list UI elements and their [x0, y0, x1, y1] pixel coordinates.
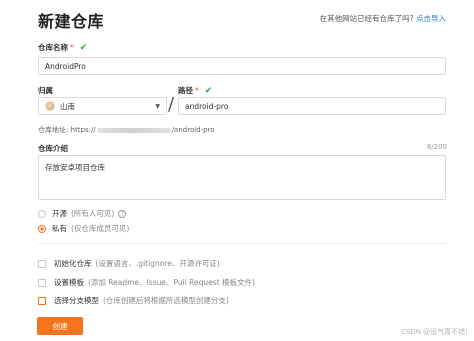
path-label-text: 路径 — [178, 86, 193, 95]
checkbox-template[interactable] — [38, 278, 46, 287]
description-value: 存放安卓项目仓库 — [45, 163, 105, 172]
option-branch-label: 选择分支模型 — [54, 296, 99, 305]
import-link[interactable]: 点击导入 — [416, 14, 446, 23]
path-label: 路径 * ✔ — [178, 85, 212, 96]
public-hint: (所有人可见) — [71, 209, 115, 218]
check-icon: ✔ — [204, 86, 213, 96]
help-icon[interactable]: ? — [118, 209, 127, 218]
private-label: 私有 — [52, 224, 67, 233]
owner-label: 归属 — [38, 86, 53, 95]
repo-name-input[interactable]: AndroidPro — [38, 57, 446, 75]
radio-private[interactable] — [38, 224, 46, 233]
option-init-repo[interactable]: 初始化仓库 (设置语言、.gitignore、开源许可证) — [38, 258, 220, 269]
repo-url: 仓库地址: https:// /android-pro — [38, 125, 215, 135]
option-init-label: 初始化仓库 — [54, 259, 92, 268]
option-branch-hint: (仓库创建后将根据所选模型创建分支) — [103, 296, 229, 305]
import-prompt: 在其他网站已经有仓库了吗? 点击导入 — [320, 13, 446, 24]
import-prompt-text: 在其他网站已经有仓库了吗? — [319, 14, 414, 23]
create-button[interactable]: 创建 — [37, 317, 83, 335]
watermark: CSDN @运气真不错! — [401, 328, 468, 336]
checkbox-init-repo[interactable] — [38, 259, 46, 268]
description-counter: 8/200 — [426, 143, 447, 151]
path-input[interactable]: android-pro — [178, 97, 446, 115]
check-icon: ✔ — [79, 43, 88, 53]
masked-host — [96, 127, 171, 133]
description-textarea[interactable]: 存放安卓项目仓库 — [38, 155, 446, 200]
option-template-label: 设置模板 — [54, 278, 84, 287]
owner-select[interactable]: 山南 ▼ — [38, 97, 167, 115]
private-hint: (仅仓库成员可见) — [71, 224, 130, 233]
repo-name-label: 仓库名称 * ✔ — [38, 42, 87, 53]
option-branch-model[interactable]: 选择分支模型 (仓库创建后将根据所选模型创建分支) — [38, 295, 229, 306]
repo-url-suffix: /android-pro — [171, 126, 215, 134]
radio-public[interactable] — [38, 209, 46, 218]
visibility-public[interactable]: 开源 (所有人可见) ? — [38, 208, 127, 219]
avatar — [45, 101, 55, 111]
visibility-private[interactable]: 私有 (仅仓库成员可见) — [38, 223, 129, 234]
repo-url-prefix: 仓库地址: https:// — [38, 126, 96, 134]
required-mark: * — [70, 43, 74, 52]
public-label: 开源 — [52, 209, 67, 218]
checkbox-branch-model[interactable] — [38, 296, 46, 305]
owner-value: 山南 — [60, 101, 75, 111]
page-title: 新建仓库 — [38, 12, 105, 31]
description-label: 仓库介绍 — [38, 144, 68, 153]
repo-name-label-text: 仓库名称 — [38, 43, 68, 52]
option-template[interactable]: 设置模板 (添加 Readme、Issue、Pull Request 模板文件) — [38, 277, 255, 288]
path-value: android-pro — [185, 101, 229, 111]
required-mark: * — [195, 86, 199, 95]
repo-name-value: AndroidPro — [45, 61, 86, 71]
chevron-down-icon: ▼ — [155, 102, 160, 110]
divider — [38, 243, 446, 244]
option-init-hint: (设置语言、.gitignore、开源许可证) — [95, 259, 220, 268]
option-template-hint: (添加 Readme、Issue、Pull Request 模板文件) — [88, 278, 255, 287]
path-separator: / — [168, 94, 175, 115]
